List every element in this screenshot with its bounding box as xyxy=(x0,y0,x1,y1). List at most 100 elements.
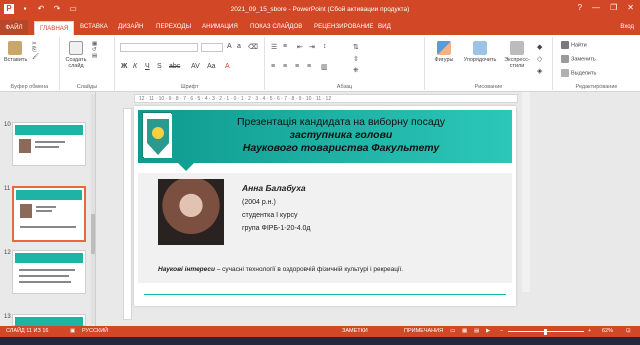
numbering-icon[interactable]: ≡ xyxy=(283,43,287,50)
font-group: A a ⌫ Ж К Ч S abc AV Aa A Шрифт xyxy=(115,37,265,90)
clipboard-group-label: Буфер обмена xyxy=(10,84,49,90)
slide-canvas[interactable]: Презентація кандидата на виборну посаду … xyxy=(134,106,516,306)
decrease-indent-icon[interactable]: ⇤ xyxy=(297,43,303,51)
bullets-icon[interactable]: ☰ xyxy=(271,43,277,51)
justify-icon[interactable]: ≡ xyxy=(307,63,311,70)
slide-vertical-scrollbar[interactable] xyxy=(522,92,530,292)
slides-group-label: Слайды xyxy=(76,84,98,90)
italic-icon[interactable]: К xyxy=(133,63,137,70)
thumb-number: 10 xyxy=(4,122,11,128)
strikethrough-icon[interactable]: abc xyxy=(169,63,180,70)
candidate-name: Анна Балабуха xyxy=(242,183,306,193)
slide-thumbnail-13[interactable] xyxy=(12,314,86,327)
comments-button[interactable]: ПРИМЕЧАНИЯ xyxy=(404,328,443,334)
reading-view-icon[interactable]: ▤ xyxy=(474,328,479,334)
tab-transitions[interactable]: ПЕРЕХОДЫ xyxy=(156,23,191,30)
section-icon[interactable]: ▤ xyxy=(92,53,112,59)
normal-view-icon[interactable]: ▭ xyxy=(450,328,455,334)
find-label: Найти xyxy=(571,42,587,49)
tab-design[interactable]: ДИЗАЙН xyxy=(118,23,143,30)
new-slide-icon xyxy=(69,41,83,55)
tab-view[interactable]: ВИД xyxy=(378,23,391,30)
arrange-icon xyxy=(473,41,487,55)
language-indicator[interactable]: РУССКИЙ xyxy=(82,328,108,334)
font-group-label: Шрифт xyxy=(180,84,199,90)
slide-bottom-line xyxy=(144,294,506,295)
candidate-course: студентка І курсу xyxy=(242,212,298,219)
font-name-box[interactable] xyxy=(120,43,198,52)
find-button[interactable]: Найти xyxy=(561,41,587,49)
shadow-icon[interactable]: S xyxy=(157,63,162,70)
slide-thumbnail-11[interactable] xyxy=(12,186,86,242)
align-center-icon[interactable]: ≡ xyxy=(283,63,287,70)
fit-slide-icon[interactable]: ⊡ xyxy=(626,328,631,334)
paste-button[interactable]: Вставить xyxy=(4,41,27,63)
shape-effects-icon[interactable]: ◈ xyxy=(537,67,542,75)
spacing-icon[interactable]: AV xyxy=(191,63,200,70)
shape-outline-icon[interactable]: ◇ xyxy=(537,55,542,63)
thumbnails-scrollbar[interactable] xyxy=(91,94,95,324)
editing-group: Найти Заменить Выделить Редактирование xyxy=(553,37,640,90)
slide-thumbnail-10[interactable] xyxy=(12,122,86,166)
zoom-in-icon[interactable]: + xyxy=(588,328,591,334)
new-slide-label: Создать слайд xyxy=(65,57,87,69)
proofing-icon[interactable]: ▣ xyxy=(70,328,75,334)
slideshow-view-icon[interactable]: ▶ xyxy=(486,328,490,334)
slide-sorter-icon[interactable]: ▦ xyxy=(462,328,467,334)
arrange-button[interactable]: Упорядочить xyxy=(463,41,497,63)
title-bar: P ▪ ↶ ↷ ▭ 2021_09_15_sbore - PowerPoint … xyxy=(0,0,640,20)
tab-animations[interactable]: АНИМАЦИЯ xyxy=(202,23,238,30)
tab-review[interactable]: РЕЦЕНЗИРОВАНИЕ xyxy=(314,23,374,30)
case-icon[interactable]: Aa xyxy=(207,63,216,70)
underline-icon[interactable]: Ч xyxy=(145,63,150,70)
columns-icon[interactable]: ▥ xyxy=(321,63,328,71)
font-color-icon[interactable]: A xyxy=(225,63,230,70)
zoom-slider-thumb[interactable] xyxy=(544,329,547,335)
faculty-logo xyxy=(142,112,172,158)
close-button[interactable]: ✕ xyxy=(627,3,634,12)
shapes-button[interactable]: Фигуры xyxy=(431,41,457,63)
replace-button[interactable]: Заменить xyxy=(561,55,596,63)
align-right-icon[interactable]: ≡ xyxy=(295,63,299,70)
text-direction-icon[interactable]: ⇅ xyxy=(353,43,359,51)
status-bar: СЛАЙД 11 ИЗ 16 ▣ РУССКИЙ ЗАМЕТКИ ПРИМЕЧА… xyxy=(0,326,640,337)
candidate-photo xyxy=(158,179,224,245)
quick-styles-label: Экспресс-стили xyxy=(504,57,530,69)
copy-icon[interactable]: ⎘ xyxy=(32,47,56,54)
smartart-icon[interactable]: ⎈ xyxy=(353,67,359,75)
increase-font-icon[interactable]: A xyxy=(227,43,232,50)
format-painter-icon[interactable]: 🖌 xyxy=(32,54,56,60)
zoom-level[interactable]: 62% xyxy=(602,328,613,334)
align-left-icon[interactable]: ≡ xyxy=(271,63,275,70)
notes-button[interactable]: ЗАМЕТКИ xyxy=(342,328,368,334)
window-title: 2021_09_15_sbore - PowerPoint (Сбой акти… xyxy=(230,6,410,13)
tab-file[interactable]: ФАЙЛ xyxy=(0,20,28,35)
interests-label: Наукові інтереси xyxy=(158,266,215,273)
interests-text: – сучасні технології в оздоровчій фізичн… xyxy=(214,266,404,273)
minimize-button[interactable]: — xyxy=(592,3,600,12)
account-signin[interactable]: Вход xyxy=(620,24,634,30)
paragraph-group: ☰ ≡ ⇤ ⇥ ↕ ≡ ≡ ≡ ≡ ▥ ⇅ ⇳ ⎈ Абзац xyxy=(265,37,425,90)
select-button[interactable]: Выделить xyxy=(561,69,596,77)
decrease-font-icon[interactable]: a xyxy=(237,43,241,50)
slide-thumbnail-12[interactable] xyxy=(12,250,86,294)
zoom-out-icon[interactable]: − xyxy=(500,328,503,334)
help-button[interactable]: ? xyxy=(578,3,582,12)
candidate-interests: Наукові інтереси – сучасні технології в … xyxy=(158,266,403,273)
ruler-scale: 12 · 11 · 10 · 9 · 8 · 7 · 6 · 5 · 4 · 3… xyxy=(139,96,332,102)
new-slide-button[interactable]: Создать слайд xyxy=(64,41,88,69)
align-text-icon[interactable]: ⇳ xyxy=(353,55,359,63)
increase-indent-icon[interactable]: ⇥ xyxy=(309,43,315,51)
quick-styles-button[interactable]: Экспресс-стили xyxy=(501,41,533,69)
shape-fill-icon[interactable]: ◆ xyxy=(537,43,542,51)
horizontal-ruler: 12 · 11 · 10 · 9 · 8 · 7 · 6 · 5 · 4 · 3… xyxy=(134,94,518,103)
line-spacing-icon[interactable]: ↕ xyxy=(323,43,327,50)
tab-slideshow[interactable]: ПОКАЗ СЛАЙДОВ xyxy=(250,23,302,30)
tab-home[interactable]: ГЛАВНАЯ xyxy=(34,21,75,35)
arrange-label: Упорядочить xyxy=(463,57,497,63)
tab-insert[interactable]: ВСТАВКА xyxy=(80,23,108,30)
clear-format-icon[interactable]: ⌫ xyxy=(248,43,258,51)
font-size-box[interactable] xyxy=(201,43,223,52)
bold-icon[interactable]: Ж xyxy=(121,63,127,70)
restore-button[interactable]: ❐ xyxy=(610,3,617,12)
